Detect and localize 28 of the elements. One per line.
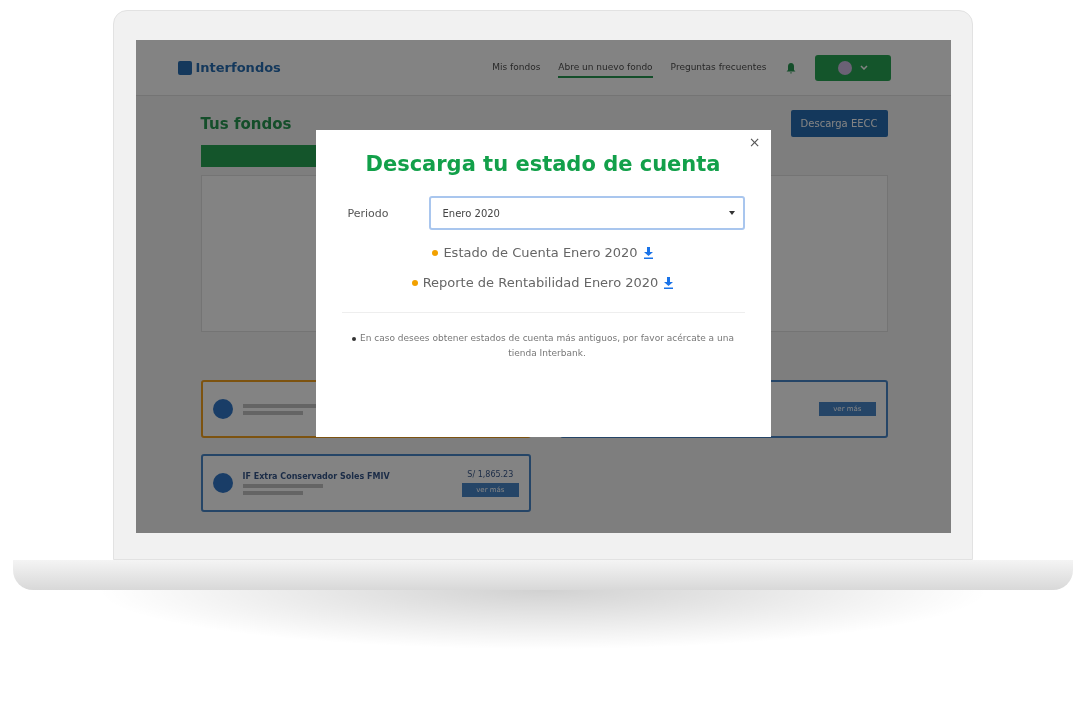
download-icon[interactable] [642,246,654,259]
page-title: Tus fondos [200,114,292,133]
fund-name: IF Extra Conservador Soles FMIV [242,471,391,481]
bullet-icon [432,249,439,256]
fund-amount: S/ 1,865.23 [467,469,514,479]
chevron-down-icon [859,65,868,70]
logo-icon [177,60,192,75]
fund-icon [212,473,233,493]
bullet-icon [351,337,356,341]
download-statement-button[interactable]: Descarga EECC [790,110,888,137]
dialog-title: Descarga tu estado de cuenta [365,152,721,176]
bell-icon[interactable] [784,61,797,74]
avatar-icon [837,60,852,75]
fund-icon [212,399,233,419]
period-label: Periodo [347,206,389,220]
dialog-note: En caso desees obtener estados de cuenta más antiguos, por favor acércate a una tienda Interbank. [359,332,735,361]
caret-icon [728,211,735,215]
nav-link[interactable]: Preguntas frecuentes [670,57,767,78]
user-menu-button[interactable] [814,54,891,81]
download-link[interactable]: Estado de Cuenta Enero 2020 [443,245,638,260]
download-icon[interactable] [663,276,675,289]
close-button[interactable]: × [748,134,761,150]
download-link[interactable]: Reporte de Rentabilidad Enero 2020 [422,275,659,290]
logo-text: Interfondos [195,60,281,75]
period-dropdown[interactable]: Enero 2020 [428,196,745,230]
bullet-icon [411,279,418,286]
nav-link[interactable]: Mis fondos [492,57,541,78]
nav-link[interactable]: Abre un nuevo fondo [558,57,653,78]
